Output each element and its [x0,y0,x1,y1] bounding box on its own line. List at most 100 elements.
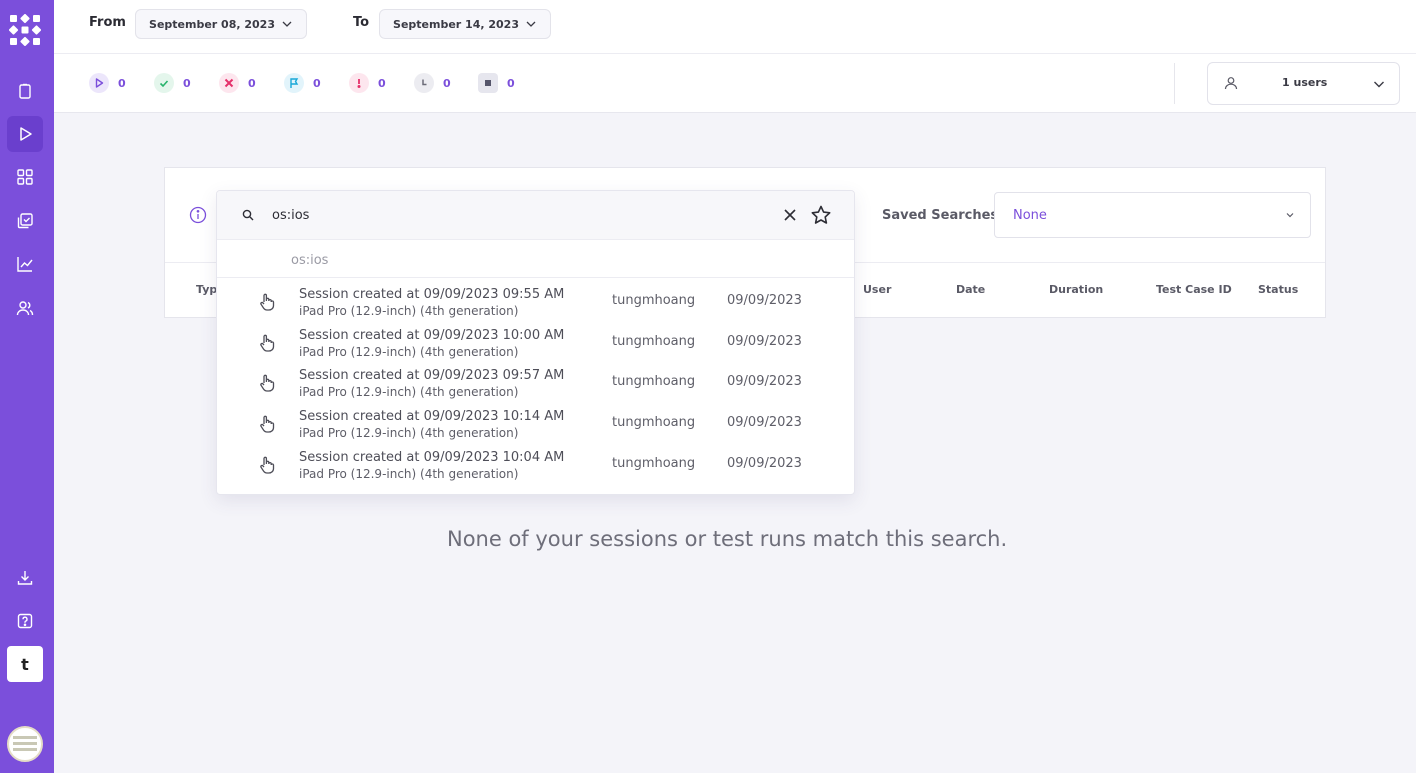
play-icon [20,127,32,141]
search-dropdown: os:ios Session created at 09/09/2023 09:… [216,190,855,495]
column-header-test-case-id[interactable]: Test Case ID [1156,283,1232,296]
users-filter-label: 1 users [1282,76,1328,89]
result-title: Session created at 09/09/2023 10:14 AM [299,409,565,424]
workspace-switcher[interactable]: t [7,646,43,682]
result-date: 09/09/2023 [727,374,802,389]
chevron-down-icon [526,21,536,27]
result-date: 09/09/2023 [727,334,802,349]
x-icon [219,73,239,93]
info-icon[interactable] [189,206,207,224]
column-header-user[interactable]: User [863,283,891,296]
hand-pointer-icon [260,415,275,433]
sidebar-item-analytics[interactable] [7,246,43,282]
user-icon [1224,77,1238,90]
hand-pointer-icon [260,334,275,352]
result-user: tungmhoang [612,334,696,349]
sidebar: t [0,0,54,773]
stop-icon [478,73,498,93]
stat-timeout[interactable]: 0 [414,73,451,93]
divider [217,277,854,278]
copy-check-icon [17,213,33,229]
chart-line-icon [17,257,33,272]
result-device: iPad Pro (12.9-inch) (4th generation) [299,426,519,440]
search-result-item[interactable]: Session created at 09/09/2023 09:57 AM i… [217,363,854,404]
saved-searches-label: Saved Searches [882,208,999,223]
chevron-down-icon [282,21,292,27]
star-icon[interactable] [810,204,832,226]
check-icon [154,73,174,93]
stat-count: 0 [118,76,126,90]
sidebar-item-tests[interactable] [7,203,43,239]
stat-count: 0 [313,76,321,90]
stat-running[interactable]: 0 [89,73,126,93]
to-date-value: September 14, 2023 [393,17,519,31]
grid-icon [17,169,33,185]
sidebar-item-clipboard[interactable] [7,73,43,109]
users-icon [16,301,34,316]
to-label: To [353,15,370,30]
empty-state-message: None of your sessions or test runs match… [447,527,1008,551]
play-icon [89,73,109,93]
close-icon[interactable] [783,208,797,222]
result-user: tungmhoang [612,374,696,389]
sidebar-item-help[interactable] [7,603,43,639]
search-result-item[interactable]: Session created at 09/09/2023 10:04 AM i… [217,445,854,486]
users-filter-dropdown[interactable]: 1 users [1207,62,1400,105]
column-header-type[interactable]: Typ [196,283,217,296]
result-title: Session created at 09/09/2023 09:55 AM [299,287,565,302]
clipboard-icon [19,83,31,99]
result-date: 09/09/2023 [727,415,802,430]
stat-failed[interactable]: 0 [219,73,256,93]
result-user: tungmhoang [612,456,696,471]
stat-flagged[interactable]: 0 [284,73,321,93]
hand-pointer-icon [260,456,275,474]
chevron-down-icon [1374,81,1384,88]
user-avatar[interactable] [7,726,43,762]
result-device: iPad Pro (12.9-inch) (4th generation) [299,467,519,481]
result-user: tungmhoang [612,293,696,308]
top-bar: From September 08, 2023 To September 14,… [54,0,1416,54]
exclamation-icon [349,73,369,93]
search-icon [242,209,254,221]
result-device: iPad Pro (12.9-inch) (4th generation) [299,345,519,359]
stat-passed[interactable]: 0 [154,73,191,93]
chevron-down-icon [1286,213,1294,218]
search-result-item[interactable]: Session created at 09/09/2023 09:55 AM i… [217,282,854,323]
to-date-picker[interactable]: September 14, 2023 [379,9,551,39]
result-title: Session created at 09/09/2023 09:57 AM [299,368,565,383]
search-suggestion[interactable]: os:ios [291,253,328,268]
result-user: tungmhoang [612,415,696,430]
result-title: Session created at 09/09/2023 10:04 AM [299,450,565,465]
column-header-date[interactable]: Date [956,283,985,296]
search-input[interactable] [272,204,752,226]
saved-searches-value: None [1013,208,1047,223]
result-device: iPad Pro (12.9-inch) (4th generation) [299,385,519,399]
flag-icon [284,73,304,93]
result-title: Session created at 09/09/2023 10:00 AM [299,328,565,343]
saved-searches-select[interactable]: None [994,192,1311,238]
search-result-item[interactable]: Session created at 09/09/2023 10:00 AM i… [217,323,854,364]
from-date-picker[interactable]: September 08, 2023 [135,9,307,39]
stat-count: 0 [443,76,451,90]
stat-error[interactable]: 0 [349,73,386,93]
app-logo-icon[interactable] [9,14,41,46]
stat-count: 0 [248,76,256,90]
stat-count: 0 [183,76,191,90]
sidebar-item-download[interactable] [7,560,43,596]
hand-pointer-icon [260,374,275,392]
download-icon [17,571,33,585]
stat-stopped[interactable]: 0 [478,73,515,93]
from-date-value: September 08, 2023 [149,17,275,31]
column-header-duration[interactable]: Duration [1049,283,1103,296]
sidebar-item-sessions[interactable] [7,116,43,152]
sidebar-item-team[interactable] [7,290,43,326]
result-device: iPad Pro (12.9-inch) (4th generation) [299,304,519,318]
result-date: 09/09/2023 [727,456,802,471]
stat-count: 0 [507,76,515,90]
stats-bar: 0 0 0 0 0 0 0 1 users [54,54,1416,113]
sidebar-item-dashboard[interactable] [7,159,43,195]
result-date: 09/09/2023 [727,293,802,308]
column-header-status[interactable]: Status [1258,283,1298,296]
clock-icon [414,73,434,93]
search-result-item[interactable]: Session created at 09/09/2023 10:14 AM i… [217,404,854,445]
